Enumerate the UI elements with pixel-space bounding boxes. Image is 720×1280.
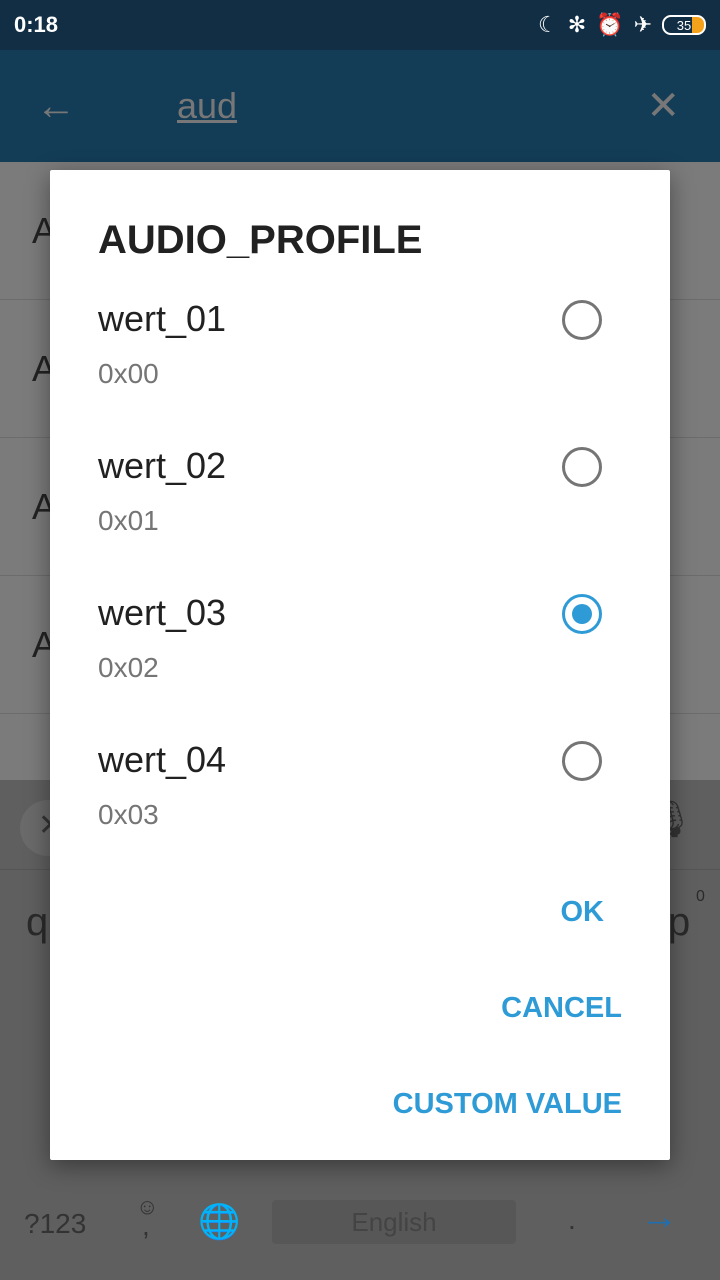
dialog-title: AUDIO_PROFILE [98,218,423,262]
option-value: 0x03 [98,799,159,830]
comma-key[interactable]: , [142,1210,150,1242]
battery-icon: 35 [662,15,706,35]
option-name: wert_01 [98,298,227,339]
radio-button-selected[interactable] [562,594,602,634]
status-bar: 0:18 ☾ ✻ ⏰ ✈ 35 [0,0,720,50]
alarm-icon: ⏰ [596,12,624,37]
close-icon[interactable]: ✕ [646,83,680,129]
option-name: wert_02 [98,445,227,486]
clock: 0:18 [14,12,59,37]
key-q[interactable]: q [26,900,48,945]
globe-icon[interactable]: 🌐 [198,1202,240,1242]
audio-profile-dialog: AUDIO_PROFILE wert_01 0x00 wert_02 0x01 … [50,170,670,1160]
key-p-hint: 0 [696,888,705,905]
option-wert-01[interactable]: wert_01 0x00 [50,298,670,445]
option-wert-03[interactable]: wert_03 0x02 [50,592,670,739]
arrow-right-icon[interactable]: → [640,1196,678,1239]
custom-value-button[interactable]: CUSTOM VALUE [393,1088,622,1121]
radio-button[interactable] [562,741,602,781]
radio-button[interactable] [562,447,602,487]
search-input[interactable]: aud [177,85,237,127]
option-wert-02[interactable]: wert_02 0x01 [50,445,670,592]
bluetooth-icon: ✻ [567,12,587,37]
moon-icon: ☾ [537,12,558,37]
option-name: wert_04 [98,739,227,780]
cancel-button[interactable]: CANCEL [501,992,622,1025]
airplane-icon: ✈ [633,12,652,37]
period-key[interactable]: . [568,1204,576,1236]
option-name: wert_03 [98,592,227,633]
radio-button[interactable] [562,300,602,340]
key-p[interactable]: p [668,900,690,945]
space-bar[interactable]: English [272,1200,516,1244]
search-app-bar: ← aud ✕ [0,50,720,162]
option-value: 0x01 [98,505,159,536]
keyboard-bottom-row: ?123 ☺ , 🌐 English . → [0,1194,720,1250]
arrow-left-icon[interactable]: ← [36,84,76,129]
option-value: 0x00 [98,358,159,389]
ok-button[interactable]: OK [561,896,605,929]
symbols-key[interactable]: ?123 [24,1208,86,1240]
option-wert-04[interactable]: wert_04 0x03 [50,739,670,886]
option-value: 0x02 [98,652,159,683]
